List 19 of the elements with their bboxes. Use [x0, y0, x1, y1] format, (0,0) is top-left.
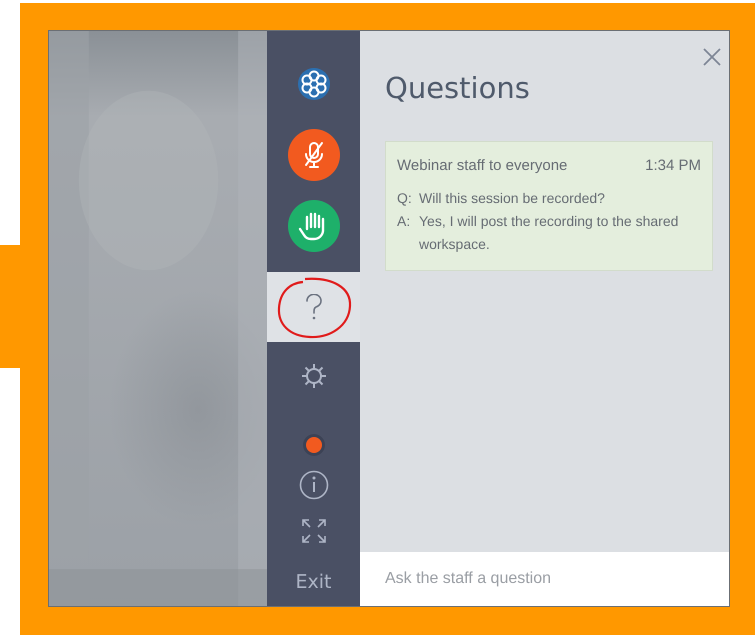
exit-button[interactable]: Exit [292, 569, 336, 595]
question-label: Q: [397, 189, 413, 208]
raise-hand-button[interactable] [286, 198, 340, 252]
message-sender: Webinar staff to everyone [397, 156, 568, 176]
answer-label: A: [397, 212, 412, 231]
flower-logo-icon[interactable] [296, 66, 330, 100]
questions-tab[interactable] [267, 272, 360, 342]
answer-text: Yes, I will post the recording to the shared workspace. [419, 212, 680, 254]
question-text: Will this session be recorded? [419, 189, 605, 208]
message-time: 1:34 PM [645, 156, 701, 176]
microphone-button[interactable] [286, 128, 340, 182]
settings-icon[interactable] [300, 362, 328, 390]
question-mark-icon [304, 294, 322, 320]
info-icon[interactable] [298, 470, 328, 500]
question-input-field[interactable]: Ask the staff a question [360, 552, 729, 606]
panel-title: Questions [385, 71, 530, 105]
fullscreen-icon[interactable] [300, 518, 326, 544]
record-icon[interactable] [302, 433, 326, 457]
close-icon[interactable] [703, 48, 721, 66]
